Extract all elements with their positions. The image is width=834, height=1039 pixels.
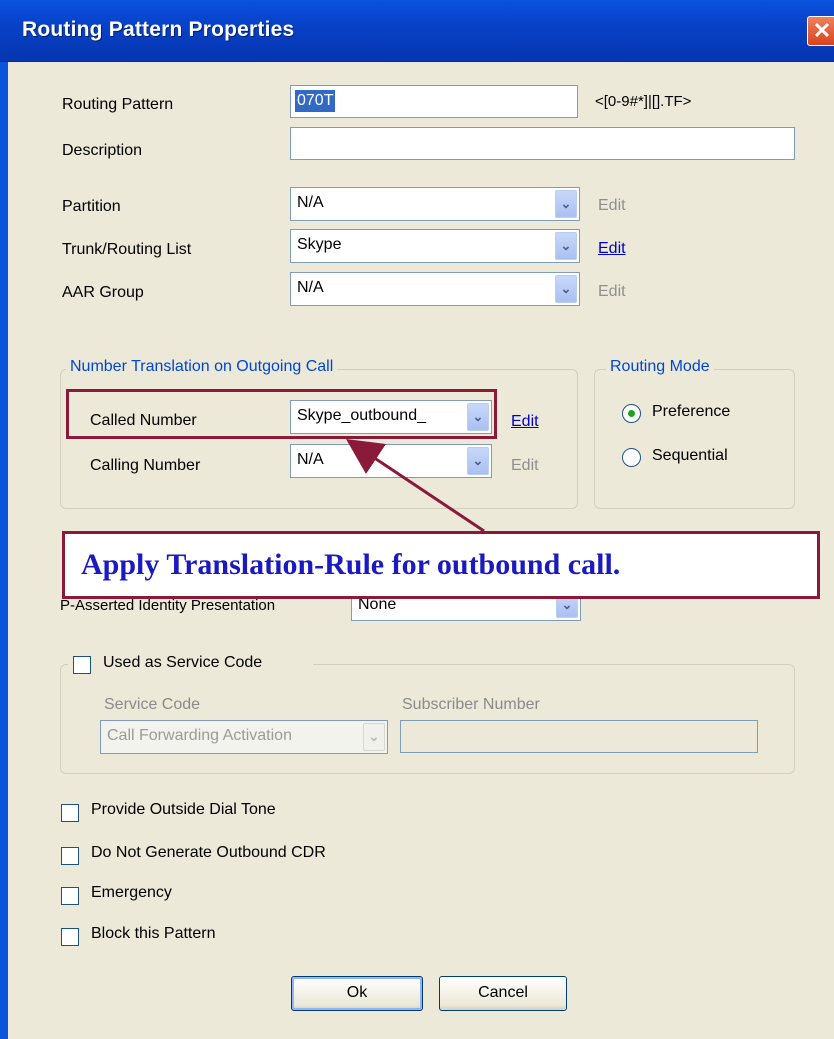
block-pattern-checkbox[interactable] (61, 928, 79, 946)
service-code-group (60, 664, 795, 774)
emergency-label: Emergency (91, 884, 172, 901)
subscriber-number-input (400, 720, 758, 753)
service-code-label: Service Code (104, 696, 201, 713)
cancel-button[interactable]: Cancel (439, 976, 567, 1011)
emergency-checkbox[interactable] (61, 887, 79, 905)
chevron-down-icon: ⌄ (363, 723, 385, 751)
ok-button[interactable]: Ok (291, 976, 423, 1011)
service-code-value: Call Forwarding Activation (107, 727, 292, 744)
no-outbound-cdr-checkbox[interactable] (61, 847, 79, 865)
used-as-service-code-label: Used as Service Code (103, 654, 263, 671)
provide-outside-dial-tone-checkbox[interactable] (61, 804, 79, 822)
block-pattern-label: Block this Pattern (91, 925, 216, 942)
no-outbound-cdr-label: Do Not Generate Outbound CDR (91, 844, 326, 861)
provide-outside-dial-tone-label: Provide Outside Dial Tone (91, 801, 276, 818)
subscriber-number-label: Subscriber Number (402, 696, 540, 713)
used-as-service-code-checkbox[interactable] (73, 656, 91, 674)
service-code-select: Call Forwarding Activation ⌄ (100, 720, 388, 754)
